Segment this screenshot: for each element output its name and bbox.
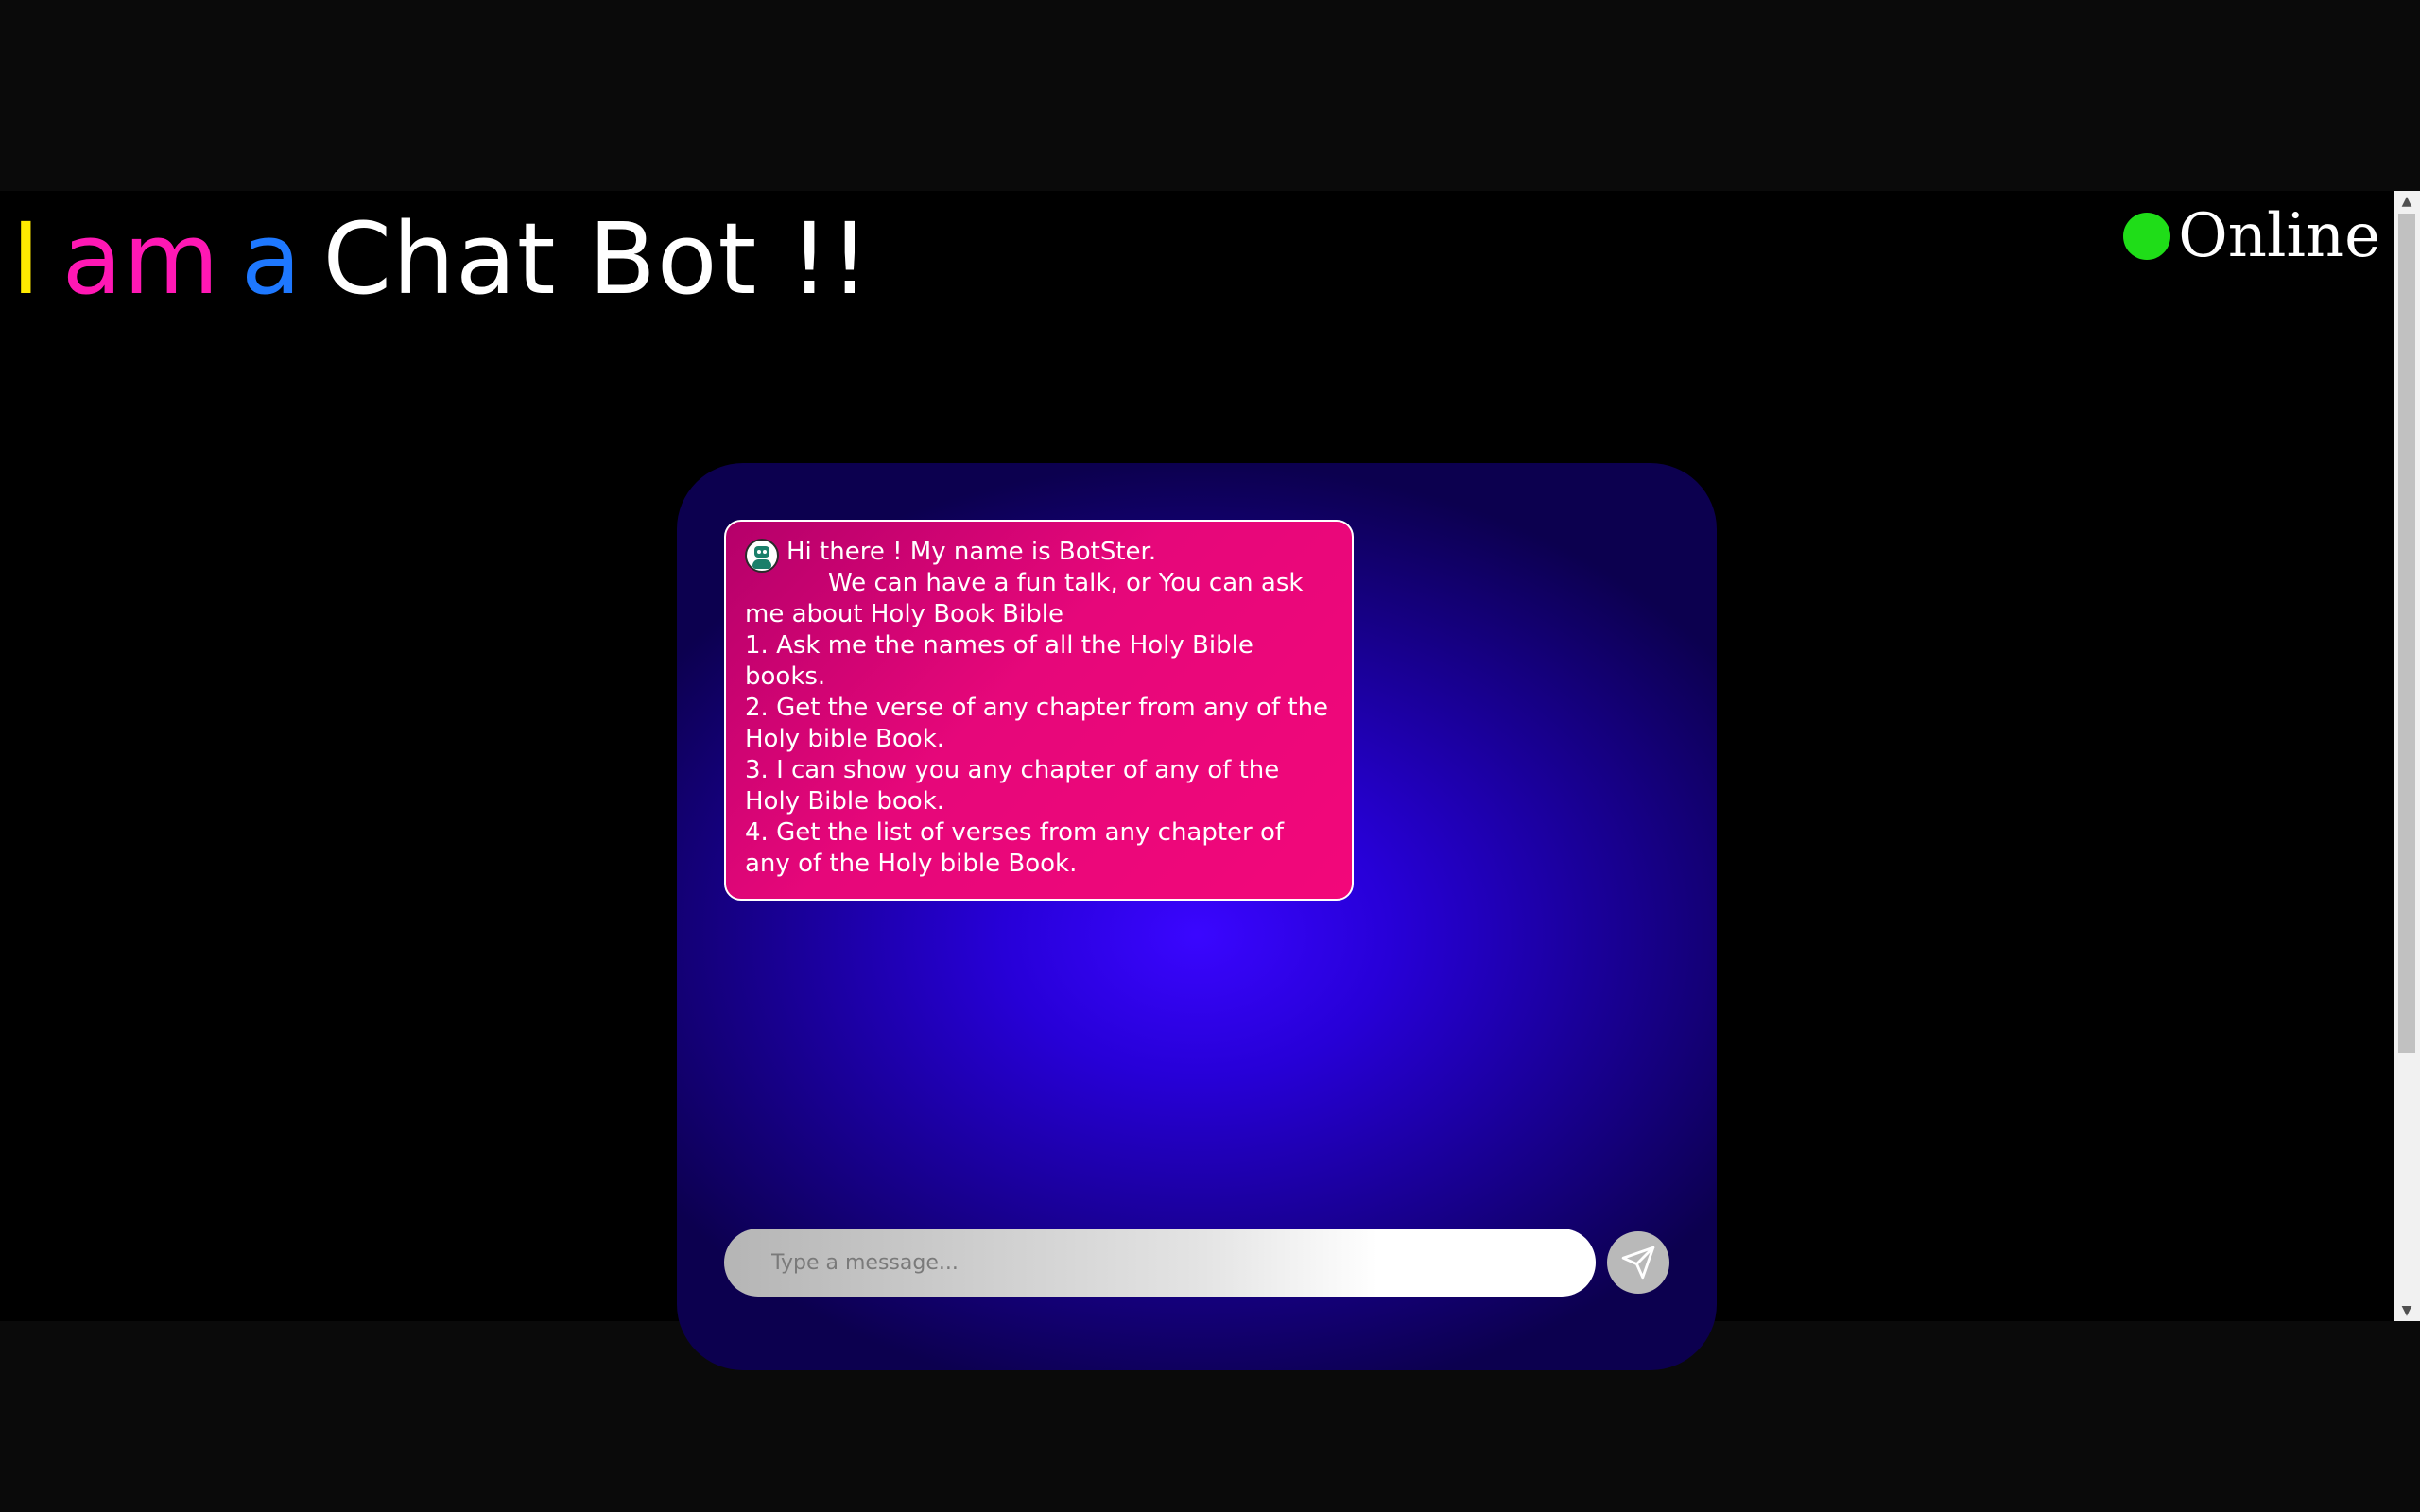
scroll-down-arrow-icon[interactable]: ▼: [2394, 1300, 2420, 1321]
online-indicator-icon: [2123, 213, 2171, 260]
title-word-a: a: [240, 201, 302, 317]
send-button[interactable]: [1607, 1231, 1669, 1294]
bot-message-line: We can have a fun talk, or You can ask m…: [745, 569, 1304, 628]
message-composer: [724, 1228, 1669, 1297]
bot-message: Hi there ! My name is BotSter. We can ha…: [724, 520, 1354, 901]
bot-message-line: 3. I can show you any chapter of any of …: [745, 756, 1280, 816]
title-word-i: I: [11, 201, 42, 317]
bot-message-line: 1. Ask me the names of all the Holy Bibl…: [745, 631, 1253, 691]
page-scrollbar[interactable]: ▲ ▼: [2394, 191, 2420, 1321]
bot-message-line: Hi there ! My name is BotSter.: [786, 538, 1157, 566]
scroll-up-arrow-icon[interactable]: ▲: [2394, 191, 2420, 212]
status-label: Online: [2178, 201, 2380, 271]
scroll-thumb[interactable]: [2398, 214, 2415, 1053]
page-title: Iam a Chat Bot !!: [11, 210, 871, 308]
message-input[interactable]: [724, 1228, 1596, 1297]
robot-icon: [745, 539, 779, 573]
bot-message-line: 4. Get the list of verses from any chapt…: [745, 818, 1285, 878]
title-word-am: am: [61, 201, 220, 317]
title-word-chat-bot: Chat Bot !!: [322, 201, 871, 317]
online-status: Online: [2123, 206, 2380, 266]
bot-message-line: 2. Get the verse of any chapter from any…: [745, 694, 1329, 753]
chat-panel: Hi there ! My name is BotSter. We can ha…: [677, 463, 1717, 1370]
send-icon: [1621, 1246, 1655, 1280]
